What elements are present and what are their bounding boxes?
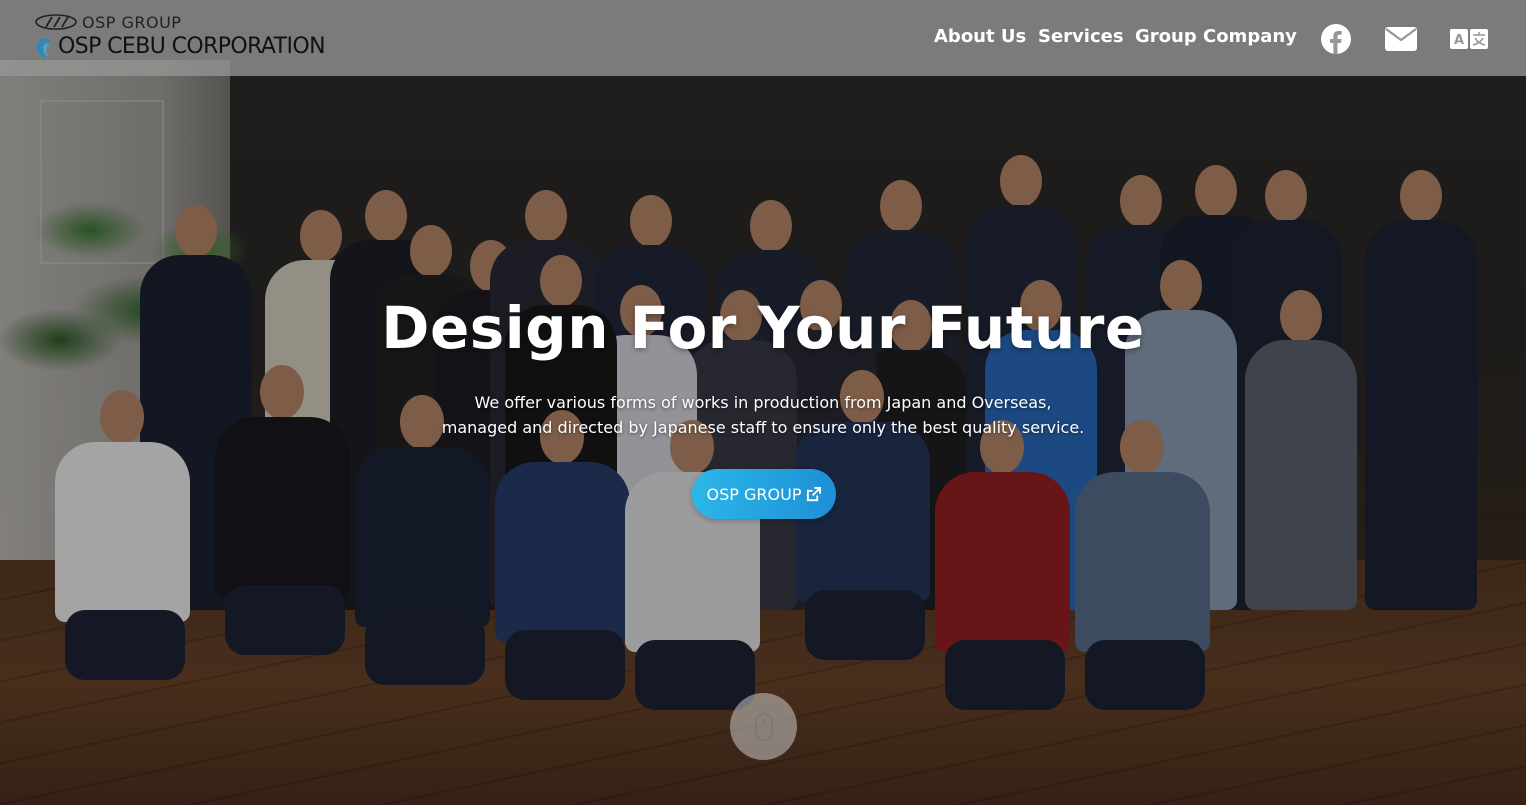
mail-icon[interactable]: [1385, 27, 1417, 51]
osp-group-logo-icon: [35, 14, 77, 30]
page: OSP GROUP OSP CEBU CORPORATION About Us …: [0, 0, 1526, 805]
facebook-icon[interactable]: [1321, 24, 1351, 54]
osp-group-button-label: OSP GROUP: [706, 484, 802, 504]
wave-logo-icon: [37, 38, 51, 58]
nav-group-company[interactable]: Group Company: [1135, 26, 1297, 47]
translate-icon[interactable]: A: [1450, 28, 1488, 50]
nav-about-us[interactable]: About Us: [934, 26, 1026, 47]
mouse-icon: [754, 712, 773, 741]
hero-subcopy: We offer various forms of works in produ…: [0, 390, 1526, 440]
nav-services[interactable]: Services: [1038, 26, 1124, 47]
external-link-icon: [807, 486, 822, 501]
site-header: OSP GROUP OSP CEBU CORPORATION About Us …: [0, 0, 1526, 76]
svg-text:A: A: [1454, 33, 1464, 48]
group-label: OSP GROUP: [82, 13, 182, 32]
scroll-down-button[interactable]: [730, 693, 797, 760]
company-name: OSP CEBU CORPORATION: [58, 34, 326, 59]
hero-subcopy-line-2: managed and directed by Japanese staff t…: [441, 418, 1085, 437]
company-logo[interactable]: OSP GROUP OSP CEBU CORPORATION: [34, 12, 344, 64]
osp-group-button[interactable]: OSP GROUP: [692, 469, 836, 519]
hero-headline: Design For Your Future: [381, 294, 1145, 362]
hero-subcopy-line-1: We offer various forms of works in produ…: [474, 393, 1052, 412]
